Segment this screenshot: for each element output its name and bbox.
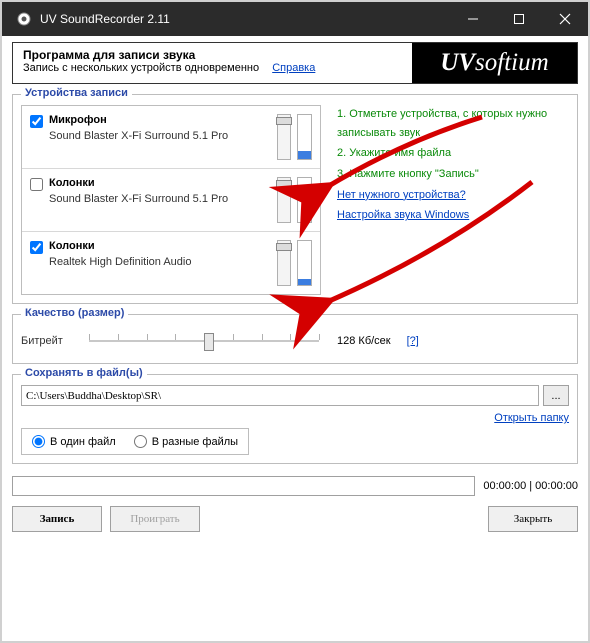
radio-one-file[interactable] <box>32 435 45 448</box>
device-checkbox[interactable] <box>30 241 43 254</box>
tip-2: 2. Укажите имя файла <box>337 144 563 163</box>
brand-logo: UVsoftium <box>412 43 577 83</box>
sound-settings-link[interactable]: Настройка звука Windows <box>337 206 563 225</box>
device-row: Микрофон Sound Blaster X-Fi Surround 5.1… <box>22 106 320 169</box>
volume-slider[interactable] <box>277 114 291 160</box>
device-name: Колонки <box>49 240 269 252</box>
save-group: Сохранять в файл(ы) ... Открыть папку В … <box>12 374 578 464</box>
device-desc: Sound Blaster X-Fi Surround 5.1 Pro <box>49 130 269 142</box>
app-subtitle: Запись с нескольких устройств одновремен… <box>23 62 259 74</box>
save-mode-radios: В один файл В разные файлы <box>21 428 249 455</box>
play-button[interactable]: Проиграть <box>110 506 200 532</box>
devices-group: Устройства записи Микрофон Sound Blaster… <box>12 94 578 304</box>
path-input[interactable] <box>21 385 539 406</box>
bitrate-value: 128 Кб/сек <box>337 335 391 347</box>
level-meter <box>297 240 312 286</box>
quality-legend: Качество (размер) <box>21 307 128 319</box>
no-device-link[interactable]: Нет нужного устройства? <box>337 186 563 205</box>
bitrate-help-link[interactable]: [?] <box>407 335 419 347</box>
save-legend: Сохранять в файл(ы) <box>21 367 147 379</box>
device-name: Колонки <box>49 177 269 189</box>
device-row: Колонки Sound Blaster X-Fi Surround 5.1 … <box>22 169 320 232</box>
bitrate-slider[interactable] <box>89 329 319 353</box>
device-desc: Sound Blaster X-Fi Surround 5.1 Pro <box>49 193 269 205</box>
device-list: Микрофон Sound Blaster X-Fi Surround 5.1… <box>21 105 321 295</box>
close-button[interactable]: Закрыть <box>488 506 578 532</box>
header-strip: Программа для записи звука Запись с неск… <box>12 42 578 84</box>
tips-panel: 1. Отметьте устройства, с которых нужно … <box>321 105 569 295</box>
volume-slider[interactable] <box>277 177 291 223</box>
close-window-button[interactable] <box>542 2 588 36</box>
bitrate-label: Битрейт <box>21 335 81 347</box>
quality-group: Качество (размер) Битрейт 128 Кб/сек [?] <box>12 314 578 364</box>
maximize-button[interactable] <box>496 2 542 36</box>
app-window: UV SoundRecorder 2.11 Программа для запи… <box>0 0 590 643</box>
tip-1: 1. Отметьте устройства, с которых нужно … <box>337 105 563 142</box>
device-checkbox[interactable] <box>30 178 43 191</box>
record-button[interactable]: Запись <box>12 506 102 532</box>
device-desc: Realtek High Definition Audio <box>49 256 269 268</box>
tip-3: 3. Нажмите кнопку "Запись" <box>337 165 563 184</box>
titlebar: UV SoundRecorder 2.11 <box>2 2 588 36</box>
app-icon <box>16 11 32 27</box>
device-name: Микрофон <box>49 114 269 126</box>
progress-bar <box>12 476 475 496</box>
browse-button[interactable]: ... <box>543 385 569 406</box>
time-display: 00:00:00 | 00:00:00 <box>483 480 578 492</box>
minimize-button[interactable] <box>450 2 496 36</box>
open-folder-link[interactable]: Открыть папку <box>494 412 569 424</box>
app-title: Программа для записи звука <box>23 48 195 62</box>
window-title: UV SoundRecorder 2.11 <box>40 12 170 26</box>
device-row: Колонки Realtek High Definition Audio <box>22 232 320 294</box>
device-checkbox[interactable] <box>30 115 43 128</box>
volume-slider[interactable] <box>277 240 291 286</box>
help-link[interactable]: Справка <box>272 62 315 74</box>
level-meter <box>297 114 312 160</box>
devices-legend: Устройства записи <box>21 87 132 99</box>
level-meter <box>297 177 312 223</box>
radio-many-files[interactable] <box>134 435 147 448</box>
